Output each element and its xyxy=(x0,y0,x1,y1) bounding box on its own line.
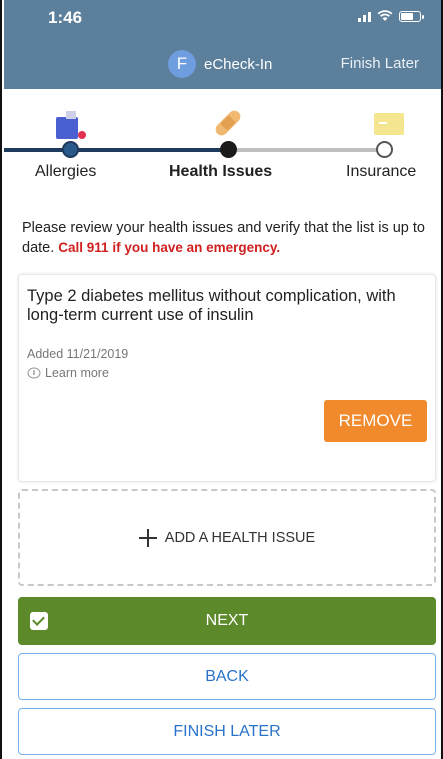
app-frame: 1:46 F eCheck-In Finish Later Allergies … xyxy=(0,0,443,759)
step-dot-insurance[interactable] xyxy=(376,141,393,158)
intro-text: Please review your health issues and ver… xyxy=(22,218,427,258)
step-label-allergies[interactable]: Allergies xyxy=(35,163,96,181)
bandage-icon xyxy=(215,110,241,136)
signal-icon xyxy=(358,11,371,22)
step-label-health-issues[interactable]: Health Issues xyxy=(169,163,272,181)
remove-button[interactable]: REMOVE xyxy=(324,400,427,442)
stepper-line-upcoming xyxy=(226,148,384,152)
status-icons xyxy=(358,10,424,22)
learn-more-label: Learn more xyxy=(45,366,109,380)
emergency-warning: Call 911 if you have an emergency. xyxy=(58,240,281,255)
status-time: 1:46 xyxy=(48,8,83,27)
progress-stepper: Allergies Health Issues Insurance xyxy=(4,89,441,194)
battery-icon xyxy=(399,10,424,22)
allergy-bottle-icon xyxy=(56,111,86,139)
page-title: eCheck-In xyxy=(204,55,273,73)
health-issue-added-date: Added 11/21/2019 xyxy=(27,347,129,361)
next-button[interactable]: NEXT xyxy=(18,597,436,645)
checkmark-icon xyxy=(30,612,48,630)
step-dot-health-issues[interactable] xyxy=(220,141,237,158)
health-issue-title: Type 2 diabetes mellitus without complic… xyxy=(27,287,396,324)
wifi-icon xyxy=(377,10,393,21)
info-bulb-icon xyxy=(27,367,41,379)
app-header: 1:46 F eCheck-In Finish Later xyxy=(4,0,441,89)
echeck-title-group: F eCheck-In xyxy=(168,50,272,78)
learn-more-link[interactable]: Learn more xyxy=(27,366,109,380)
add-health-issue-button[interactable]: ADD A HEALTH ISSUE xyxy=(18,489,436,586)
avatar[interactable]: F xyxy=(168,50,196,78)
step-dot-allergies[interactable] xyxy=(62,141,79,158)
add-health-issue-label: ADD A HEALTH ISSUE xyxy=(164,529,316,546)
plus-icon xyxy=(138,528,157,547)
next-label: NEXT xyxy=(205,612,249,629)
finish-later-button[interactable]: FINISH LATER xyxy=(18,708,436,755)
back-button[interactable]: BACK xyxy=(18,653,436,700)
health-issue-card: Type 2 diabetes mellitus without complic… xyxy=(18,274,436,482)
finish-later-link[interactable]: Finish Later xyxy=(341,55,419,72)
insurance-card-icon xyxy=(374,113,404,135)
stepper-line-complete xyxy=(4,148,226,152)
step-label-insurance[interactable]: Insurance xyxy=(346,163,416,181)
